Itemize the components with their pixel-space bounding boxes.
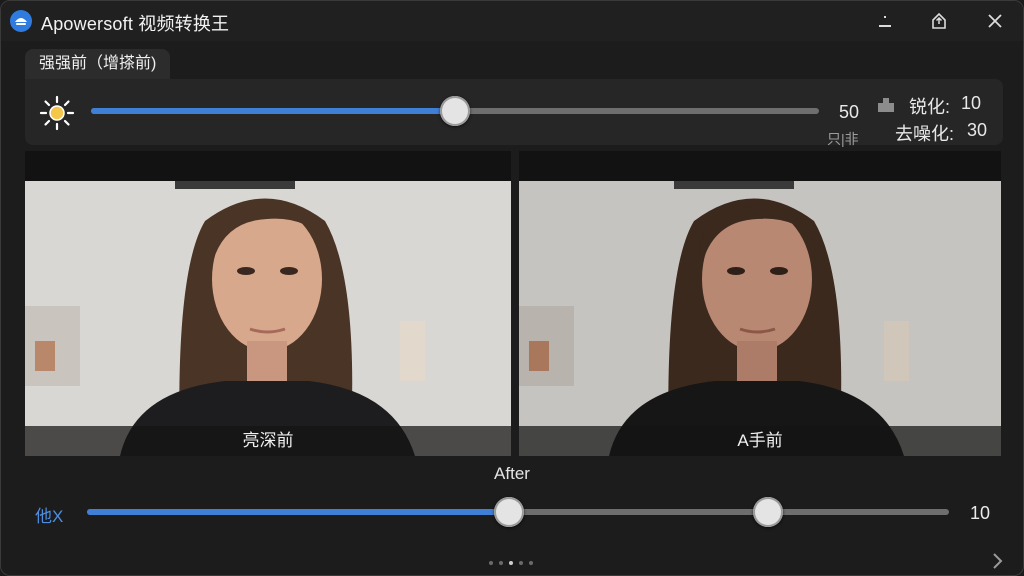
close-icon xyxy=(988,14,1002,28)
next-button[interactable] xyxy=(988,550,1006,572)
pagination-dot[interactable] xyxy=(499,561,503,565)
brightness-slider-thumb[interactable] xyxy=(440,96,470,126)
pagination-dot[interactable] xyxy=(519,561,523,565)
after-label: After xyxy=(494,464,530,483)
bottom-slider-fill xyxy=(87,509,510,515)
denoise-label: 去噪化: xyxy=(895,124,955,144)
brightness-sub-label: 只|非 xyxy=(827,131,859,147)
before-caption: 亮深前 xyxy=(25,426,511,456)
brightness-slider-fill xyxy=(91,108,455,114)
before-portrait-image xyxy=(25,151,511,456)
app-title: Apowersoft 视频转换王 xyxy=(41,14,230,34)
close-button[interactable] xyxy=(981,7,1009,35)
pagination-dot[interactable] xyxy=(509,561,513,565)
sharpen-icon xyxy=(877,97,895,113)
bottom-slider-value: 10 xyxy=(970,503,991,523)
after-portrait-image xyxy=(519,151,1001,456)
title-bar: Apowersoft 视频转换王 xyxy=(1,1,1023,41)
pagination-dot[interactable] xyxy=(529,561,533,565)
sun-icon xyxy=(39,95,75,136)
apowersoft-logo-icon xyxy=(10,10,32,32)
before-image-panel: 亮深前 xyxy=(25,151,511,456)
sharpen-label: 锐化: xyxy=(909,97,951,117)
brightness-value: 50 xyxy=(839,102,860,122)
denoise-value: 30 xyxy=(967,120,988,140)
minimize-button[interactable] xyxy=(871,7,899,35)
pin-button[interactable] xyxy=(925,7,953,35)
chevron-right-icon xyxy=(993,553,1003,569)
after-image-panel: A手前 xyxy=(519,151,1001,456)
bottom-slider-label: 他X xyxy=(35,507,64,526)
bottom-slider-thumb-start[interactable] xyxy=(494,497,525,527)
pagination-dot[interactable] xyxy=(489,561,493,565)
tab-before-enhance[interactable]: 强强前（增搽前) xyxy=(25,49,171,79)
bottom-slider-thumb-end[interactable] xyxy=(752,497,783,527)
minimize-icon xyxy=(879,16,891,27)
pagination-dots xyxy=(489,561,533,565)
pin-icon xyxy=(932,12,946,29)
app-window: Apowersoft 视频转换王 强强前（增搽前) 50 只|非 锐化: 10 … xyxy=(0,0,1024,576)
after-caption: A手前 xyxy=(519,426,1001,456)
sharpen-value: 10 xyxy=(961,93,982,113)
